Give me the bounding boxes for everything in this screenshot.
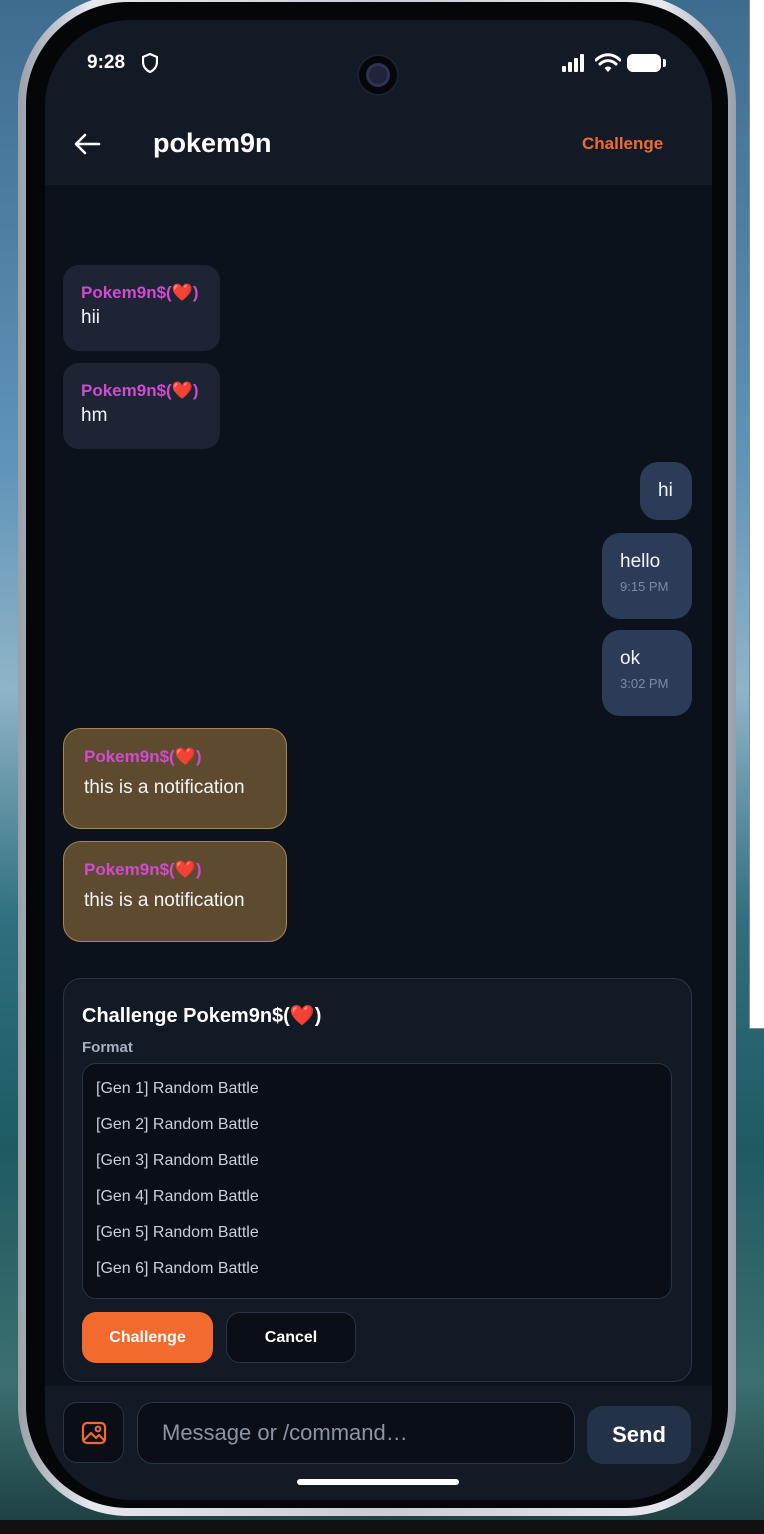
image-icon bbox=[81, 1421, 107, 1445]
chat-header: pokem9n Challenge bbox=[45, 110, 712, 185]
challenge-panel: Challenge Pokem9n$(❤️) Format [Gen 1] Ra… bbox=[63, 978, 692, 1382]
message-text: hm bbox=[81, 405, 108, 426]
wifi-icon bbox=[595, 53, 621, 72]
format-list[interactable]: [Gen 1] Random Battle [Gen 2] Random Bat… bbox=[82, 1063, 672, 1299]
notification-message: Pokem9n$(❤️) this is a notification bbox=[63, 841, 287, 942]
cancel-button[interactable]: Cancel bbox=[226, 1312, 356, 1363]
format-label: Format bbox=[82, 1039, 133, 1056]
message-timestamp: 9:15 PM bbox=[620, 579, 669, 594]
attach-image-button[interactable] bbox=[63, 1402, 124, 1463]
chat-message: Pokem9n$(❤️) hm bbox=[63, 363, 220, 449]
back-arrow-icon[interactable] bbox=[73, 132, 101, 156]
message-text: this is a notification bbox=[84, 890, 245, 911]
shield-icon bbox=[142, 53, 158, 73]
message-sender: Pokem9n$(❤️) bbox=[84, 860, 202, 879]
status-time: 9:28 bbox=[87, 52, 126, 73]
message-text: hello bbox=[620, 551, 661, 572]
message-text: this is a notification bbox=[84, 777, 245, 798]
message-text: hi bbox=[658, 480, 673, 501]
header-challenge-button[interactable]: Challenge bbox=[582, 134, 663, 154]
message-timestamp: 3:02 PM bbox=[620, 676, 669, 691]
message-sender: Pokem9n$(❤️) bbox=[81, 381, 199, 400]
format-option-partial[interactable] bbox=[83, 1294, 671, 1298]
battery-icon bbox=[627, 54, 666, 72]
chat-message-own: ok 3:02 PM bbox=[602, 630, 692, 716]
signal-icon bbox=[562, 54, 584, 72]
message-input[interactable] bbox=[137, 1402, 575, 1464]
home-indicator[interactable] bbox=[297, 1479, 459, 1485]
message-composer: Send bbox=[45, 1386, 712, 1500]
chat-message-own: hello 9:15 PM bbox=[602, 533, 692, 619]
chat-message-own: hi bbox=[640, 462, 692, 520]
format-option[interactable]: [Gen 6] Random Battle bbox=[83, 1258, 671, 1294]
challenge-button[interactable]: Challenge bbox=[82, 1312, 213, 1363]
challenge-panel-title: Challenge Pokem9n$(❤️) bbox=[82, 1005, 322, 1027]
format-option[interactable]: [Gen 5] Random Battle bbox=[83, 1222, 671, 1258]
page-title: pokem9n bbox=[153, 128, 272, 158]
format-option[interactable]: [Gen 3] Random Battle bbox=[83, 1150, 671, 1186]
send-button[interactable]: Send bbox=[587, 1406, 691, 1464]
message-sender: Pokem9n$(❤️) bbox=[81, 283, 199, 302]
chat-message: Pokem9n$(❤️) hii bbox=[63, 265, 220, 351]
status-bar: 9:28 bbox=[45, 20, 712, 110]
format-option[interactable]: [Gen 4] Random Battle bbox=[83, 1186, 671, 1222]
format-option[interactable]: [Gen 1] Random Battle bbox=[83, 1078, 671, 1114]
phone-screen: 9:28 pokem9n Challenge Pokem9n$(❤️) hii … bbox=[45, 20, 712, 1500]
background-window-edge bbox=[749, 0, 764, 1029]
front-camera bbox=[357, 54, 399, 96]
message-text: ok bbox=[620, 648, 641, 669]
format-option[interactable]: [Gen 2] Random Battle bbox=[83, 1114, 671, 1150]
desktop-strip bbox=[0, 1520, 764, 1534]
message-text: hii bbox=[81, 307, 101, 328]
notification-message: Pokem9n$(❤️) this is a notification bbox=[63, 728, 287, 829]
message-sender: Pokem9n$(❤️) bbox=[84, 747, 202, 766]
